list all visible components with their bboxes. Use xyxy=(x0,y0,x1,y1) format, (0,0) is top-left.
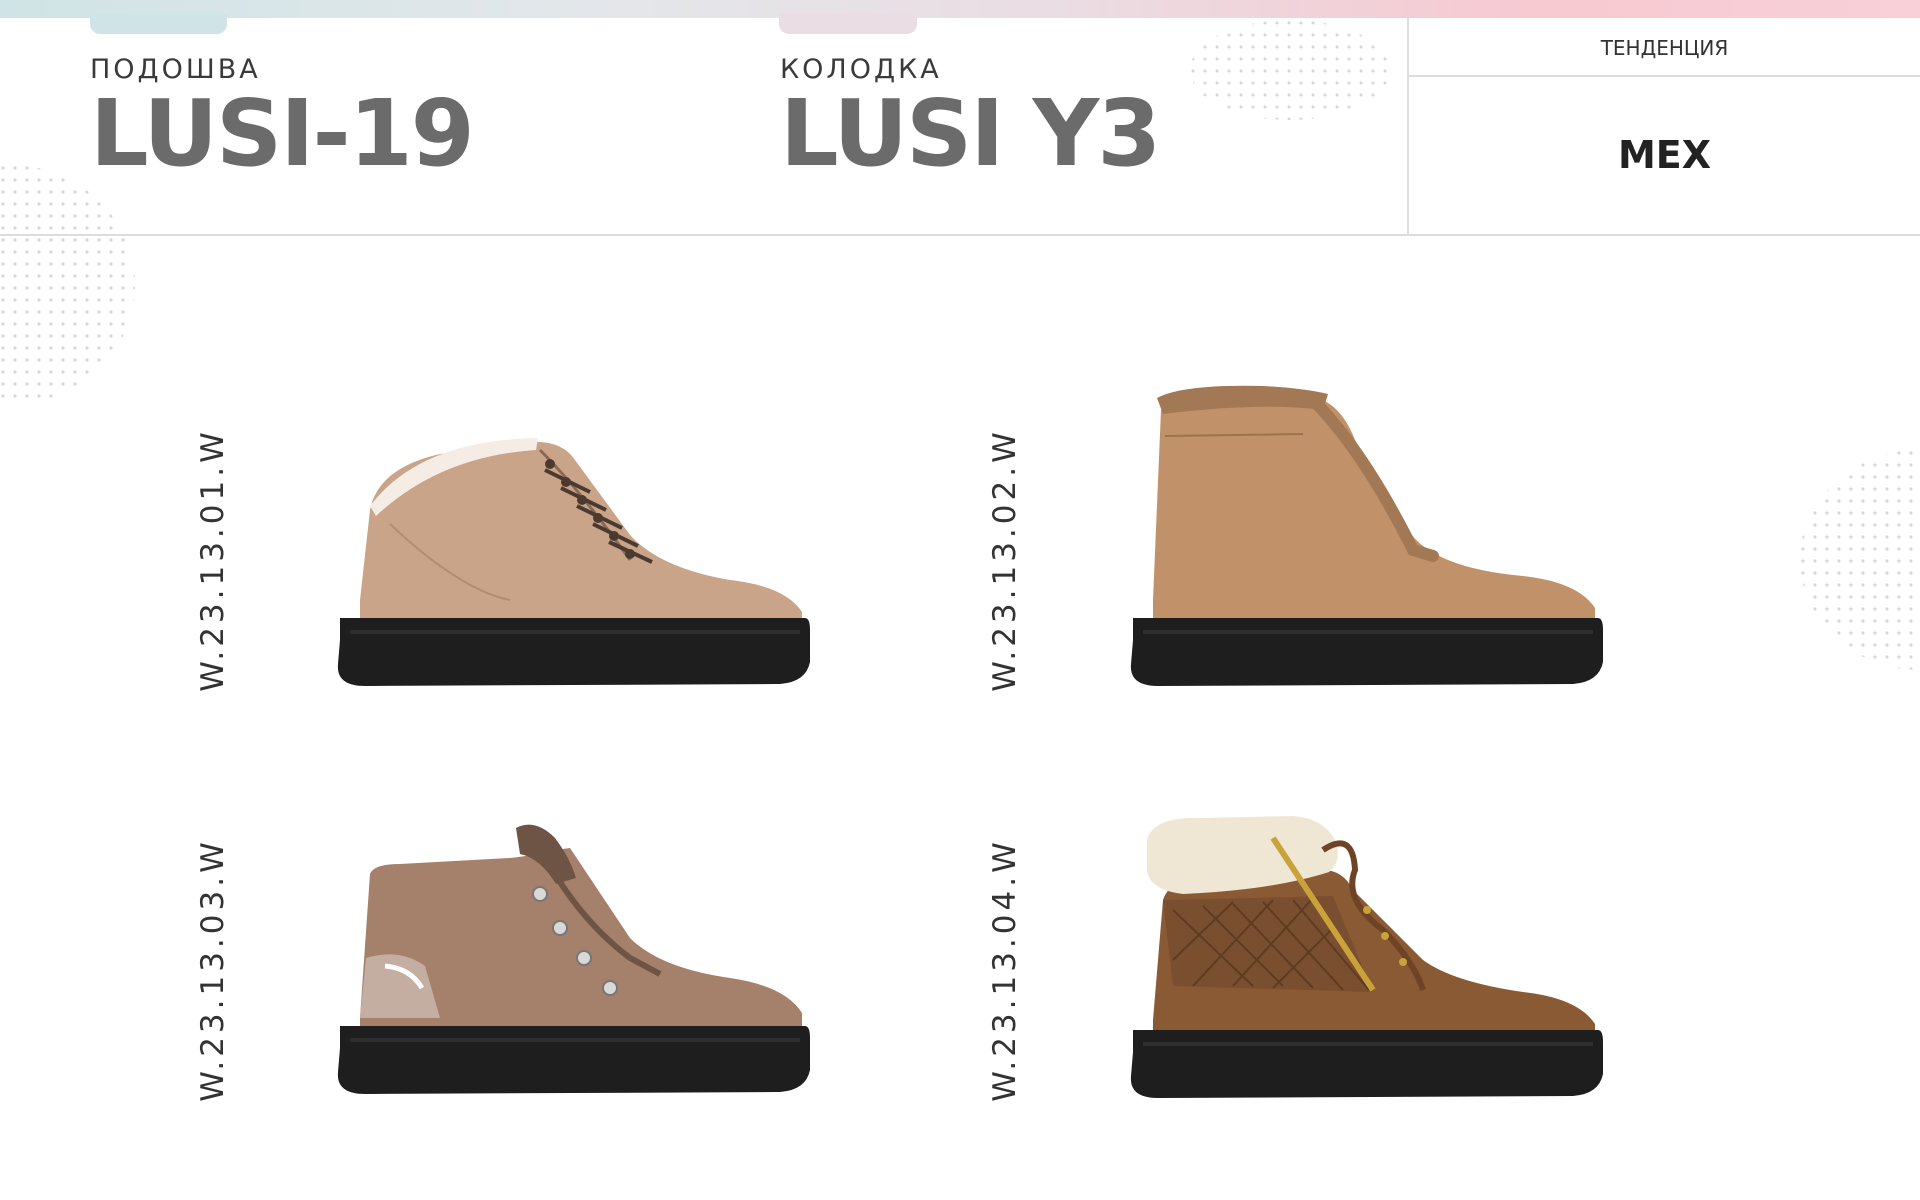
trend-caption: ТЕНДЕНЦИЯ xyxy=(1600,36,1729,60)
trend-column-divider xyxy=(1407,18,1409,236)
article-code-3: W.23.13.03.W xyxy=(195,838,231,1102)
suede-hiker-boot-taupe-icon xyxy=(337,824,810,1094)
quilted-suede-boot-brown-icon xyxy=(1130,816,1603,1098)
dot-pattern-header xyxy=(1190,20,1390,120)
sole-model-title: LUSI-19 xyxy=(90,80,475,187)
article-code-2: W.23.13.02.W xyxy=(987,428,1023,692)
tab-notch-middle xyxy=(779,14,917,34)
article-code-4: W.23.13.04.W xyxy=(987,838,1023,1102)
trend-row-divider xyxy=(1409,75,1920,77)
leather-sneaker-boot-beige-icon xyxy=(337,438,810,686)
tab-notch-left xyxy=(90,14,227,34)
leather-high-boot-camel-icon xyxy=(1130,385,1603,686)
trend-value: МЕХ xyxy=(1617,133,1712,177)
dot-pattern-left xyxy=(0,165,135,405)
last-model-title: LUSI Y3 xyxy=(780,80,1161,187)
header-divider xyxy=(0,234,1920,236)
dot-pattern-right xyxy=(1800,450,1920,670)
top-gradient-bar xyxy=(0,0,1920,18)
article-code-1: W.23.13.01.W xyxy=(195,428,231,692)
